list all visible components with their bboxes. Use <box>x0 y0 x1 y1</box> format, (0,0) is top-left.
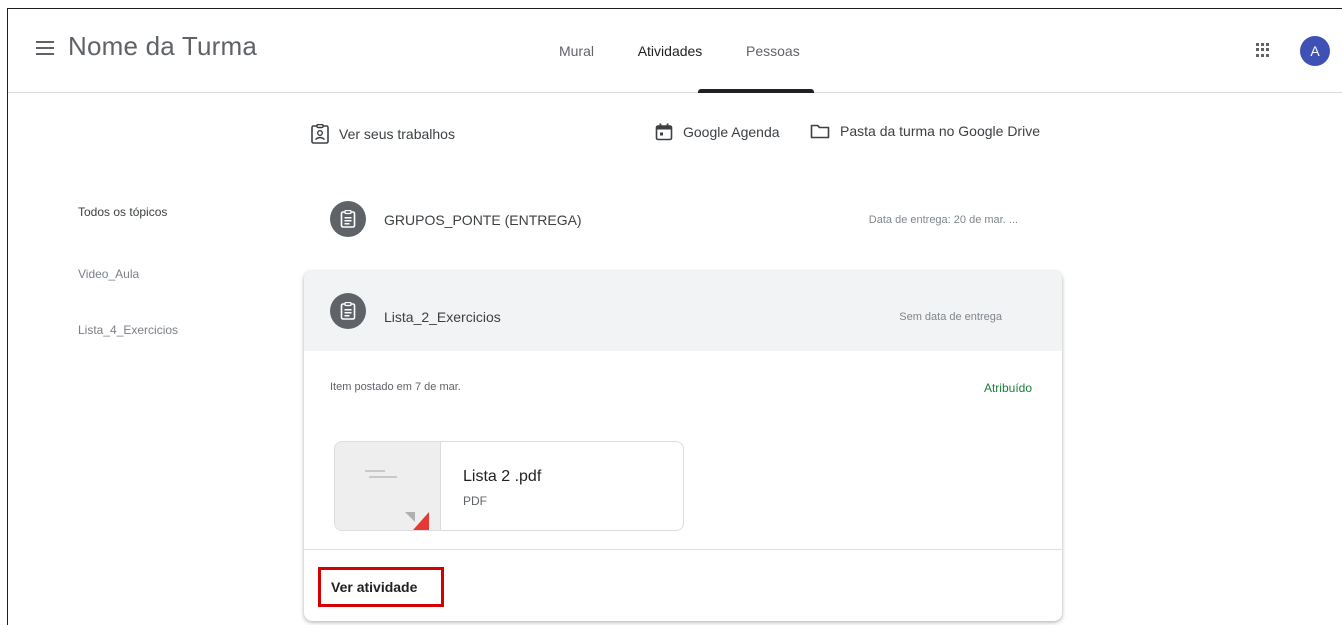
assignment-due-date: Data de entrega: 20 de mar. ... <box>868 214 1018 226</box>
folder-icon <box>810 124 830 139</box>
class-title[interactable]: Nome da Turma <box>68 31 257 62</box>
hamburger-menu-icon[interactable] <box>36 41 58 57</box>
assignment-card-header[interactable]: Lista_2_Exercicios Sem data de entrega <box>304 271 1062 351</box>
view-your-work-link[interactable]: Ver seus trabalhos <box>311 124 455 144</box>
assignment-card-expanded: Lista_2_Exercicios Sem data de entrega I… <box>304 271 1062 621</box>
assignment-ind-icon <box>311 124 329 144</box>
pdf-icon <box>413 512 429 530</box>
attachment-card[interactable]: Lista 2 .pdf PDF <box>334 441 684 531</box>
tab-bar: Mural Atividades Pessoas <box>528 9 826 93</box>
top-app-bar: Nome da Turma Mural Atividades Pessoas A <box>8 9 1342 93</box>
view-your-work-label: Ver seus trabalhos <box>339 126 455 142</box>
class-drive-folder-label: Pasta da turma no Google Drive <box>840 123 1040 139</box>
assignment-row[interactable]: GRUPOS_PONTE (ENTREGA) Data de entrega: … <box>304 191 1062 247</box>
topic-lista-4-exercicios[interactable]: Lista_4_Exercicios <box>78 323 178 337</box>
assignment-icon <box>330 293 366 329</box>
assignment-title: Lista_2_Exercicios <box>384 309 501 325</box>
class-drive-folder-link[interactable]: Pasta da turma no Google Drive <box>810 123 1040 139</box>
attachment-type: PDF <box>463 494 487 508</box>
divider <box>304 549 1062 550</box>
assignment-due-date: Sem data de entrega <box>899 311 1002 323</box>
google-calendar-label: Google Agenda <box>683 124 780 140</box>
assignment-icon <box>330 201 366 237</box>
classroom-window: Nome da Turma Mural Atividades Pessoas A… <box>7 8 1342 625</box>
pdf-thumbnail <box>335 442 441 530</box>
calendar-icon <box>655 123 673 141</box>
topic-all[interactable]: Todos os tópicos <box>78 205 167 219</box>
attachment-name: Lista 2 .pdf <box>463 468 542 485</box>
google-calendar-link[interactable]: Google Agenda <box>655 123 780 141</box>
google-apps-icon[interactable] <box>1256 43 1270 57</box>
tab-atividades[interactable]: Atividades <box>614 9 814 93</box>
view-assignment-link[interactable]: Ver atividade <box>318 567 444 607</box>
tab-mural[interactable]: Mural <box>528 9 614 93</box>
tab-pessoas[interactable]: Pessoas <box>726 9 826 93</box>
topic-video-aula[interactable]: Video_Aula <box>78 267 139 281</box>
assignment-title: GRUPOS_PONTE (ENTREGA) <box>384 212 582 228</box>
status-badge: Atribuído <box>983 381 1032 395</box>
posted-date: Item postado em 7 de mar. <box>330 381 461 393</box>
account-avatar[interactable]: A <box>1300 36 1330 66</box>
